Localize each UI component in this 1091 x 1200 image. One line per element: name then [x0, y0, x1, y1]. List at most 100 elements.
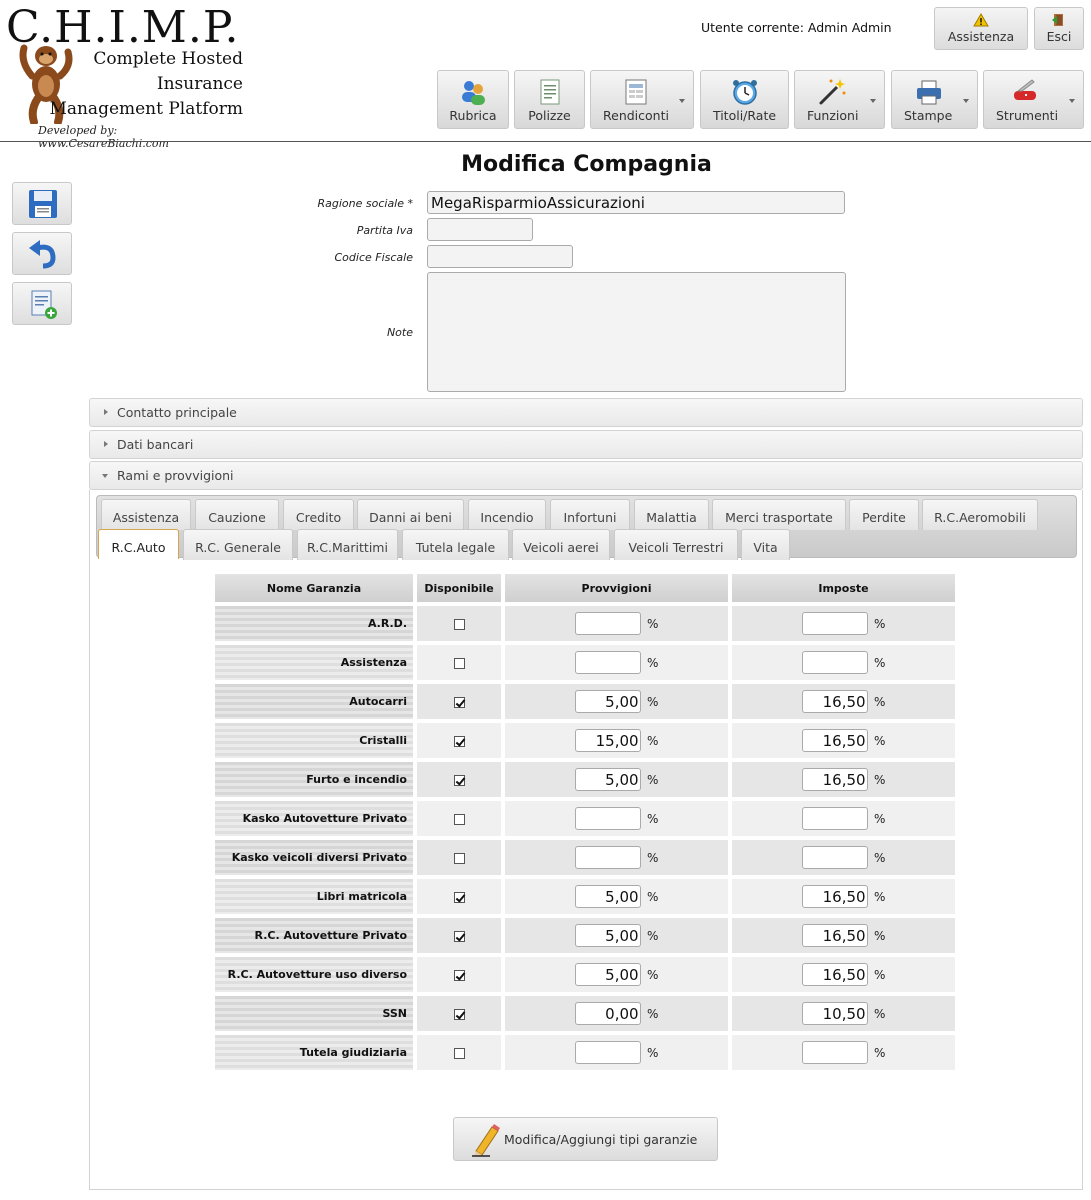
imposte-input[interactable] [801, 690, 868, 713]
tab-tutela-legale[interactable]: Tutela legale [402, 529, 509, 560]
toolbar-rendiconti-button[interactable]: Rendiconti [590, 70, 694, 129]
available-checkbox[interactable] [453, 852, 465, 864]
available-checkbox[interactable] [453, 813, 465, 825]
tab-rc-marittimi[interactable]: R.C.Marittimi [297, 529, 398, 560]
tab-malattia[interactable]: Malattia [634, 499, 709, 530]
imposte-input[interactable] [801, 807, 868, 830]
document-icon [540, 79, 559, 105]
percent-label: % [874, 850, 886, 865]
accordion-contatto-principale[interactable]: Contatto principale [89, 398, 1083, 427]
toolbar-funzioni-button[interactable]: Funzioni [794, 70, 885, 129]
edit-garanzie-label: Modifica/Aggiungi tipi garanzie [504, 1132, 698, 1147]
tab-rc-generale[interactable]: R.C. Generale [183, 529, 293, 560]
available-checkbox[interactable] [453, 930, 465, 942]
toolbar-rubrica-button[interactable]: Rubrica [437, 70, 509, 129]
tab-veicoli-terrestri[interactable]: Veicoli Terrestri [614, 529, 738, 560]
magic-wand-icon [819, 79, 846, 105]
garanzia-name: Furto e incendio [215, 762, 413, 797]
imposte-input[interactable] [801, 924, 868, 947]
toolbar-label: Stampe [904, 108, 953, 123]
tab-rc-auto[interactable]: R.C.Auto [98, 529, 179, 559]
available-checkbox[interactable] [453, 618, 465, 630]
provvigioni-cell: % [505, 723, 728, 758]
provvigioni-input[interactable] [574, 846, 641, 869]
toolbar-titoli-rate-button[interactable]: Titoli/Rate [700, 70, 789, 129]
assistance-button[interactable]: Assistenza [934, 7, 1028, 50]
provvigioni-input[interactable] [574, 924, 641, 947]
tab-vita[interactable]: Vita [741, 529, 790, 560]
tab-rc-aeromobili[interactable]: R.C.Aeromobili [922, 499, 1038, 530]
table-row: Furto e incendio % % [215, 762, 955, 797]
imposte-input[interactable] [801, 846, 868, 869]
partita-iva-input[interactable] [427, 218, 533, 241]
imposte-input[interactable] [801, 1002, 868, 1025]
tab-merci-trasportate[interactable]: Merci trasportate [712, 499, 846, 530]
available-cell [417, 606, 501, 641]
available-cell [417, 840, 501, 875]
provvigioni-input[interactable] [574, 1002, 641, 1025]
garanzia-name: R.C. Autovetture uso diverso [215, 957, 413, 992]
imposte-cell: % [732, 996, 955, 1031]
ragione-sociale-input[interactable] [427, 191, 845, 214]
available-checkbox[interactable] [453, 969, 465, 981]
available-checkbox[interactable] [453, 735, 465, 747]
available-checkbox[interactable] [453, 891, 465, 903]
add-document-button[interactable] [12, 282, 72, 325]
tab-danni-ai-beni[interactable]: Danni ai beni [357, 499, 464, 530]
percent-label: % [874, 811, 886, 826]
save-button[interactable] [12, 182, 72, 225]
provvigioni-input[interactable] [574, 729, 641, 752]
tab-veicoli-aerei[interactable]: Veicoli aerei [512, 529, 610, 560]
imposte-input[interactable] [801, 612, 868, 635]
available-cell [417, 723, 501, 758]
tab-perdite[interactable]: Perdite [849, 499, 919, 530]
accordion-dati-bancari[interactable]: Dati bancari [89, 430, 1083, 459]
imposte-input[interactable] [801, 1041, 868, 1064]
tab-assistenza[interactable]: Assistenza [101, 499, 191, 530]
available-checkbox[interactable] [453, 1047, 465, 1059]
chevron-down-icon [102, 474, 108, 478]
imposte-input[interactable] [801, 885, 868, 908]
percent-label: % [647, 811, 659, 826]
provvigioni-input[interactable] [574, 963, 641, 986]
provvigioni-input[interactable] [574, 768, 641, 791]
toolbar-polizze-button[interactable]: Polizze [514, 70, 585, 129]
provvigioni-cell: % [505, 840, 728, 875]
imposte-input[interactable] [801, 963, 868, 986]
available-checkbox[interactable] [453, 657, 465, 669]
imposte-input[interactable] [801, 768, 868, 791]
toolbar-stampe-button[interactable]: Stampe [891, 70, 978, 129]
available-cell [417, 645, 501, 680]
available-cell [417, 996, 501, 1031]
imposte-input[interactable] [801, 729, 868, 752]
chevron-right-icon [104, 441, 108, 447]
imposte-cell: % [732, 684, 955, 719]
provvigioni-input[interactable] [574, 807, 641, 830]
percent-label: % [647, 1045, 659, 1060]
chevron-down-icon [679, 99, 685, 103]
codice-fiscale-input[interactable] [427, 245, 573, 268]
imposte-input[interactable] [801, 651, 868, 674]
available-checkbox[interactable] [453, 1008, 465, 1020]
provvigioni-cell: % [505, 801, 728, 836]
available-checkbox[interactable] [453, 774, 465, 786]
tab-cauzione[interactable]: Cauzione [195, 499, 279, 530]
report-icon [625, 79, 647, 105]
percent-label: % [647, 928, 659, 943]
partita-iva-label: Partita Iva [356, 224, 413, 237]
provvigioni-input[interactable] [574, 651, 641, 674]
tab-credito[interactable]: Credito [283, 499, 354, 530]
provvigioni-input[interactable] [574, 1041, 641, 1064]
edit-garanzie-button[interactable]: Modifica/Aggiungi tipi garanzie [453, 1117, 718, 1161]
provvigioni-input[interactable] [574, 612, 641, 635]
accordion-rami-provvigioni[interactable]: Rami e provvigioni [89, 461, 1083, 490]
exit-button[interactable]: Esci [1034, 7, 1084, 50]
note-textarea[interactable] [427, 272, 846, 392]
tab-incendio[interactable]: Incendio [468, 499, 546, 530]
tab-infortuni[interactable]: Infortuni [550, 499, 630, 530]
provvigioni-input[interactable] [574, 885, 641, 908]
toolbar-strumenti-button[interactable]: Strumenti [983, 70, 1084, 129]
provvigioni-input[interactable] [574, 690, 641, 713]
undo-button[interactable] [12, 232, 72, 275]
available-checkbox[interactable] [453, 696, 465, 708]
